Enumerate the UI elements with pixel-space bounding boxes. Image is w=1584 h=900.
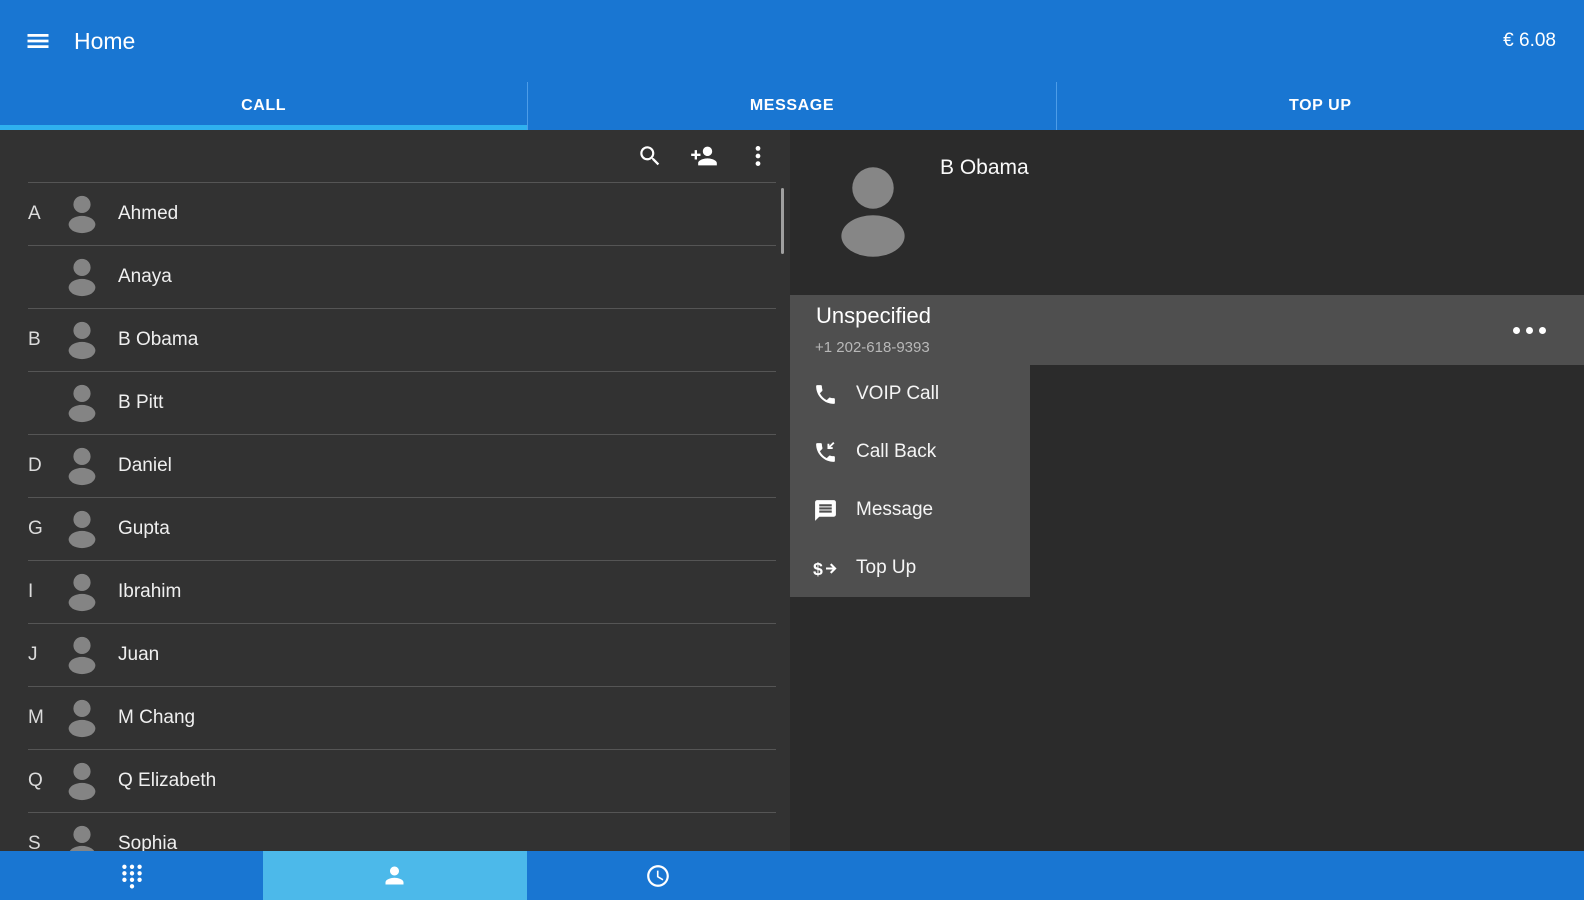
history-icon bbox=[645, 863, 671, 889]
contact-detail-name: B Obama bbox=[940, 156, 1029, 180]
contact-name: B Obama bbox=[118, 329, 198, 351]
top-app-bar: Home € 6.08 bbox=[0, 0, 1584, 82]
index-letter: M bbox=[28, 707, 62, 729]
index-letter: D bbox=[28, 455, 62, 477]
dialpad-tab[interactable] bbox=[0, 851, 263, 900]
top-up-action[interactable]: $ Top Up bbox=[790, 539, 1030, 597]
contacts-toolbar bbox=[0, 130, 790, 182]
contacts-icon bbox=[381, 862, 408, 889]
more-options-icon[interactable] bbox=[744, 142, 772, 170]
index-letter: S bbox=[28, 833, 62, 851]
contacts-panel: A Ahmed Anaya B B Obama B Pitt D bbox=[0, 130, 790, 851]
contact-row[interactable]: M M Chang bbox=[28, 686, 776, 749]
contact-avatar-icon bbox=[62, 445, 102, 487]
contact-avatar-icon bbox=[62, 193, 102, 235]
phone-number: +1 202-618-9393 bbox=[815, 339, 930, 356]
number-type-label: Unspecified bbox=[816, 303, 931, 329]
svg-text:$: $ bbox=[813, 558, 823, 578]
index-letter: J bbox=[28, 644, 62, 666]
history-tab[interactable] bbox=[527, 851, 790, 900]
page-title: Home bbox=[74, 28, 135, 55]
contact-row[interactable]: S Sophia bbox=[28, 812, 776, 851]
contact-avatar-icon bbox=[62, 319, 102, 361]
contact-name: Q Elizabeth bbox=[118, 770, 216, 792]
call-back-action[interactable]: Call Back bbox=[790, 423, 1030, 481]
index-letter: I bbox=[28, 581, 62, 603]
contact-row[interactable]: A Ahmed bbox=[28, 182, 776, 245]
contact-detail-header: B Obama bbox=[790, 130, 1584, 295]
contact-row[interactable]: G Gupta bbox=[28, 497, 776, 560]
balance-amount: € 6.08 bbox=[1503, 30, 1556, 52]
contact-avatar-icon bbox=[62, 823, 102, 851]
index-letter: G bbox=[28, 518, 62, 540]
list-scrollbar[interactable] bbox=[781, 188, 784, 254]
index-letter: B bbox=[28, 329, 62, 351]
contact-row[interactable]: Anaya bbox=[28, 245, 776, 308]
bottom-nav bbox=[0, 851, 790, 900]
dialpad-icon bbox=[119, 863, 145, 889]
contact-name: Gupta bbox=[118, 518, 170, 540]
contact-name: Ahmed bbox=[118, 203, 178, 225]
tab-call[interactable]: CALL bbox=[0, 82, 527, 130]
contact-row[interactable]: Q Q Elizabeth bbox=[28, 749, 776, 812]
contact-action-menu: VOIP Call Call Back Message $ Top Up bbox=[790, 365, 1030, 597]
tab-message[interactable]: MESSAGE bbox=[527, 82, 1055, 130]
contact-row[interactable]: I Ibrahim bbox=[28, 560, 776, 623]
call-back-icon bbox=[812, 439, 838, 465]
menu-icon[interactable] bbox=[24, 26, 54, 56]
search-icon[interactable] bbox=[636, 142, 664, 170]
message-icon bbox=[812, 497, 838, 523]
action-label: VOIP Call bbox=[856, 383, 939, 405]
contact-name: Ibrahim bbox=[118, 581, 181, 603]
contact-detail-avatar-icon bbox=[828, 164, 918, 260]
contact-name: Daniel bbox=[118, 455, 172, 477]
message-action[interactable]: Message bbox=[790, 481, 1030, 539]
index-letter: Q bbox=[28, 770, 62, 792]
contact-row[interactable]: B B Obama bbox=[28, 308, 776, 371]
voip-call-icon bbox=[812, 381, 838, 407]
number-more-options-icon[interactable] bbox=[1513, 295, 1546, 365]
action-label: Top Up bbox=[856, 557, 916, 579]
contact-name: Juan bbox=[118, 644, 159, 666]
contact-row[interactable]: B Pitt bbox=[28, 371, 776, 434]
contact-name: B Pitt bbox=[118, 392, 163, 414]
contact-avatar-icon bbox=[62, 256, 102, 298]
voip-app: Home € 6.08 CALL MESSAGE TOP UP A Ahmed bbox=[0, 0, 1584, 900]
action-label: Message bbox=[856, 499, 933, 521]
action-label: Call Back bbox=[856, 441, 936, 463]
contact-avatar-icon bbox=[62, 571, 102, 613]
top-up-icon: $ bbox=[812, 555, 838, 581]
bottom-nav-bar bbox=[0, 851, 1584, 900]
contact-avatar-icon bbox=[62, 508, 102, 550]
contact-name: Sophia bbox=[118, 833, 177, 851]
contact-avatar-icon bbox=[62, 697, 102, 739]
contact-row[interactable]: J Juan bbox=[28, 623, 776, 686]
contact-avatar-icon bbox=[62, 634, 102, 676]
contacts-tab[interactable] bbox=[263, 851, 526, 900]
contact-name: Anaya bbox=[118, 266, 172, 288]
number-band: Unspecified +1 202-618-9393 bbox=[790, 295, 1584, 365]
tab-bar: CALL MESSAGE TOP UP bbox=[0, 82, 1584, 130]
contact-row[interactable]: D Daniel bbox=[28, 434, 776, 497]
index-letter: A bbox=[28, 203, 62, 225]
contact-name: M Chang bbox=[118, 707, 195, 729]
voip-call-action[interactable]: VOIP Call bbox=[790, 365, 1030, 423]
tab-top-up[interactable]: TOP UP bbox=[1056, 82, 1584, 130]
contact-detail-panel: B Obama Unspecified +1 202-618-9393 VOIP… bbox=[790, 130, 1584, 851]
contact-avatar-icon bbox=[62, 760, 102, 802]
contact-list: A Ahmed Anaya B B Obama B Pitt D bbox=[0, 182, 776, 851]
contact-avatar-icon bbox=[62, 382, 102, 424]
add-contact-icon[interactable] bbox=[690, 142, 718, 170]
